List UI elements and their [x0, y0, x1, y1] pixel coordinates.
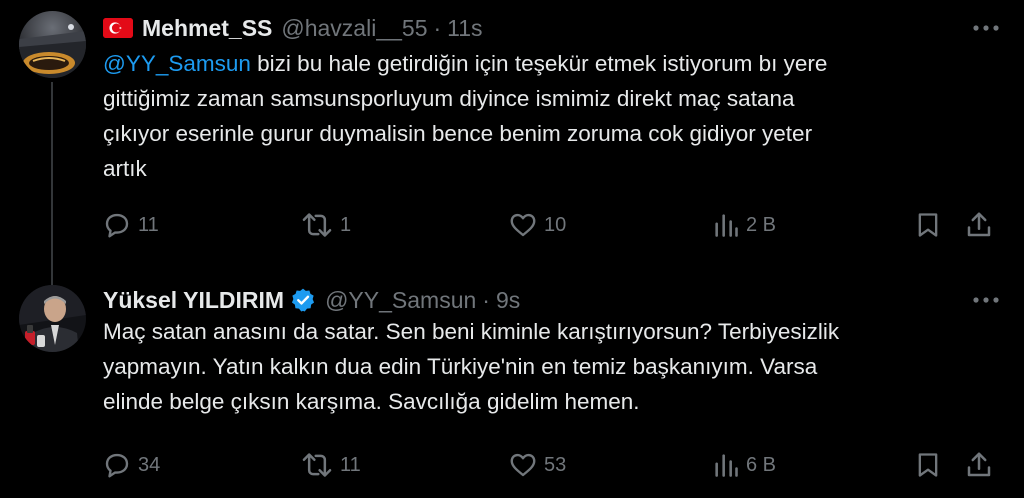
tweet-text-line: elinde belge çıksın karşıma. Savcılığa g…	[103, 389, 640, 414]
tweet-text-line: yapmayın. Yatın kalkın dua edin Türkiye'…	[103, 354, 818, 379]
reply-icon	[105, 453, 129, 478]
tweet-text: @YY_Samsun bizi bu hale getirdiğin için …	[103, 46, 983, 186]
retweet-button[interactable]: 1	[300, 208, 351, 242]
retweet-count: 1	[340, 213, 352, 236]
reply-button[interactable]: 11	[102, 208, 159, 242]
like-count: 53	[544, 453, 567, 476]
tweet-actions-bar: 11 1 10 2 B	[0, 208, 1024, 242]
reply-count: 11	[138, 213, 159, 236]
turkey-flag-icon	[103, 18, 133, 38]
tweet-text-line: artık	[103, 156, 147, 181]
avatar[interactable]	[19, 11, 86, 78]
reply-icon	[105, 213, 129, 238]
views-count: 2 B	[746, 213, 777, 236]
avatar-image	[19, 285, 86, 352]
retweet-button[interactable]: 11	[300, 448, 361, 482]
reply-button[interactable]: 34	[102, 448, 160, 482]
bookmark-icon	[918, 213, 938, 237]
tweet-text-line: @YY_Samsun bizi bu hale getirdiğin için …	[103, 46, 983, 81]
like-button[interactable]: 53	[508, 448, 566, 482]
like-count: 10	[544, 213, 567, 236]
tweet-actions-bar: 34 11 53 6 B	[0, 448, 1024, 482]
views-button[interactable]: 6 B	[712, 448, 776, 482]
timestamp[interactable]: 11s	[447, 15, 482, 42]
bookmark-button[interactable]	[914, 448, 942, 482]
tweet-header: Mehmet_SS @havzali__55 · 11s	[103, 13, 483, 43]
avatar[interactable]	[19, 285, 86, 352]
timestamp[interactable]: 9s	[496, 287, 520, 314]
tweet-text-line: gittiğimiz zaman samsunsporluyum diyince…	[103, 86, 795, 111]
like-button[interactable]: 10	[508, 208, 566, 242]
views-chart-icon	[715, 214, 738, 237]
verified-badge-icon[interactable]	[290, 287, 316, 313]
display-name[interactable]: Yüksel YILDIRIM	[103, 287, 284, 314]
share-icon	[967, 452, 991, 477]
share-icon	[967, 212, 991, 237]
heart-icon	[510, 453, 536, 477]
retweet-count: 11	[340, 453, 361, 476]
user-handle[interactable]: @havzali__55	[281, 15, 427, 42]
share-button[interactable]	[964, 448, 994, 482]
bookmark-icon	[918, 453, 938, 477]
views-chart-icon	[715, 454, 738, 477]
reply-count: 34	[138, 453, 161, 476]
more-options-button[interactable]	[968, 290, 1004, 310]
tweet-header: Yüksel YILDIRIM @YY_Samsun · 9s	[103, 285, 520, 315]
retweet-icon	[302, 213, 332, 237]
views-count: 6 B	[746, 453, 777, 476]
tweet-text: Maç satan anasını da satar. Sen beni kim…	[103, 314, 983, 419]
mention-link[interactable]: @YY_Samsun	[103, 51, 251, 76]
more-options-button[interactable]	[968, 18, 1004, 38]
user-handle[interactable]: @YY_Samsun	[325, 287, 476, 314]
more-dots-icon	[973, 297, 999, 303]
tweet-text-line: Maç satan anasını da satar. Sen beni kim…	[103, 319, 840, 344]
heart-icon	[510, 213, 536, 237]
tweet-yuksel[interactable]: Yüksel YILDIRIM @YY_Samsun · 9s Maç sata…	[0, 268, 1024, 498]
retweet-icon	[302, 453, 332, 477]
bookmark-button[interactable]	[914, 208, 942, 242]
thread-connector-line	[51, 82, 53, 288]
separator-dot: ·	[482, 286, 490, 313]
tweet-text-segment: bizi bu hale getirdiğin için teşekür etm…	[250, 51, 828, 76]
more-dots-icon	[973, 25, 999, 31]
avatar-image	[19, 11, 86, 78]
views-button[interactable]: 2 B	[712, 208, 776, 242]
share-button[interactable]	[964, 208, 994, 242]
separator-dot: ·	[433, 14, 442, 41]
tweet-text-line: çıkıyor eserinle gurur duymalisin bence …	[103, 121, 813, 146]
tweet-mehmet[interactable]: Mehmet_SS @havzali__55 · 11s @YY_Samsun …	[0, 0, 1024, 288]
display-name[interactable]: Mehmet_SS	[142, 15, 272, 42]
